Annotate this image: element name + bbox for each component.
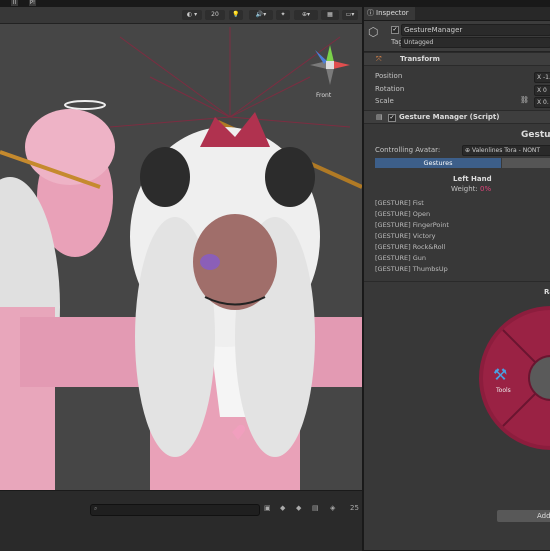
gm-header: Gestu <box>521 130 550 140</box>
gesture-item-rockroll[interactable]: [GESTURE] Rock&Roll <box>375 242 445 253</box>
tab-gestures[interactable]: Gestures <box>375 158 501 168</box>
rotation-x-field[interactable]: X 0 <box>534 85 550 96</box>
shading-value[interactable]: 20 <box>205 10 225 20</box>
toggle-icon-2[interactable]: ◆ <box>280 504 285 512</box>
link-icon[interactable]: ⛓ <box>520 96 529 104</box>
object-header: ⬡ ✓ GestureManager Tag Untagged <box>364 21 550 52</box>
inspector-tab-row: ⓘ Inspector <box>364 7 550 21</box>
camera-settings-icon[interactable]: ▭▾ <box>342 10 358 20</box>
step-button[interactable]: P! <box>29 0 36 6</box>
gesture-manager-body: Gestu Controlling Avatar: ⊕ Valenlines T… <box>364 124 550 544</box>
gesture-manager-header[interactable]: ▤ ✓ Gesture Manager (Script) <box>364 110 550 124</box>
scale-x-field[interactable]: X 0. <box>534 97 550 108</box>
gesture-item-victory[interactable]: [GESTURE] Victory <box>375 231 436 242</box>
add-button[interactable]: Add <box>497 510 550 522</box>
position-x-field[interactable]: X -1. <box>534 72 550 83</box>
toggle-icon-3[interactable]: ◆ <box>296 504 301 512</box>
transform-icon: ⤧ <box>376 55 382 63</box>
gesture-item-gun[interactable]: [GESTURE] Gun <box>375 253 426 264</box>
radial-menu[interactable]: ⚒ Tools <box>476 303 550 453</box>
effects-icon[interactable]: ✦ <box>276 10 290 20</box>
tab-inspector[interactable]: ⓘ Inspector <box>364 7 415 20</box>
toggle-icon-5[interactable]: ◈ <box>330 504 335 512</box>
gameobject-icon: ⬡ <box>368 25 379 39</box>
shading-mode-dropdown[interactable]: ◐ ▾ <box>182 10 202 20</box>
grid-icon[interactable]: ▦ <box>321 10 339 20</box>
tag-dropdown[interactable]: Untagged <box>401 37 550 48</box>
left-hand-title: Left Hand <box>453 175 492 183</box>
position-label: Position <box>375 72 403 80</box>
top-bar: II P! <box>0 0 550 7</box>
object-name-field[interactable]: GestureManager <box>401 24 550 36</box>
tab-other[interactable] <box>502 158 550 168</box>
pause-button[interactable]: II <box>11 0 18 6</box>
tools-label[interactable]: Tools <box>496 387 511 394</box>
gizmo-front-label: Front <box>316 92 332 99</box>
count-label: 25 <box>350 504 359 512</box>
transform-header[interactable]: ⤧ Transform <box>364 52 550 66</box>
gizmos-dropdown[interactable]: ⊕▾ <box>294 10 318 20</box>
controlling-avatar-label: Controlling Avatar: <box>375 146 441 154</box>
script-enabled-checkbox[interactable]: ✓ <box>388 114 396 122</box>
tools-icon[interactable]: ⚒ <box>493 365 507 384</box>
lighting-toggle-icon[interactable]: 💡 <box>229 10 243 20</box>
scale-label: Scale <box>375 97 394 105</box>
gesture-item-thumbsup[interactable]: [GESTURE] ThumbsUp <box>375 264 448 275</box>
radial-menu-title: Ra <box>544 288 550 296</box>
toggle-icon-4[interactable]: ▤ <box>312 504 319 512</box>
gesture-item-fist[interactable]: [GESTURE] Fist <box>375 198 424 209</box>
weight-label: Weight: 0% <box>451 185 492 193</box>
gesture-item-fingerpoint[interactable]: [GESTURE] FingerPoint <box>375 220 449 231</box>
rotation-label: Rotation <box>375 85 405 93</box>
avatar-icon: ⊕ <box>465 147 472 154</box>
inspector-tab-icon: ⓘ <box>367 9 374 17</box>
gesture-item-open[interactable]: [GESTURE] Open <box>375 209 430 220</box>
orientation-gizmo[interactable] <box>305 40 355 100</box>
scene-toolbar: ◐ ▾ 20 💡 🔊▾ ✦ ⊕▾ ▦ ▭▾ <box>0 7 362 24</box>
toggle-icon-1[interactable]: ▣ <box>264 504 271 512</box>
inspector-panel: ⓘ Inspector ⬡ ✓ GestureManager Tag Untag… <box>363 7 550 550</box>
search-input[interactable]: ⌕ <box>90 504 260 516</box>
controlling-avatar-field[interactable]: ⊕ Valenlines Tora - NONT <box>462 145 550 156</box>
transform-body: Position X -1. Rotation X 0 Scale ⛓ X 0. <box>364 66 550 110</box>
active-checkbox[interactable]: ✓ <box>391 26 399 34</box>
divider <box>364 281 550 282</box>
script-icon: ▤ <box>376 113 383 121</box>
scene-bottom-panel: ⌕ ▣ ◆ ◆ ▤ ◈ 25 <box>0 490 362 551</box>
search-icon: ⌕ <box>94 505 98 512</box>
audio-toggle-icon[interactable]: 🔊▾ <box>249 10 273 20</box>
